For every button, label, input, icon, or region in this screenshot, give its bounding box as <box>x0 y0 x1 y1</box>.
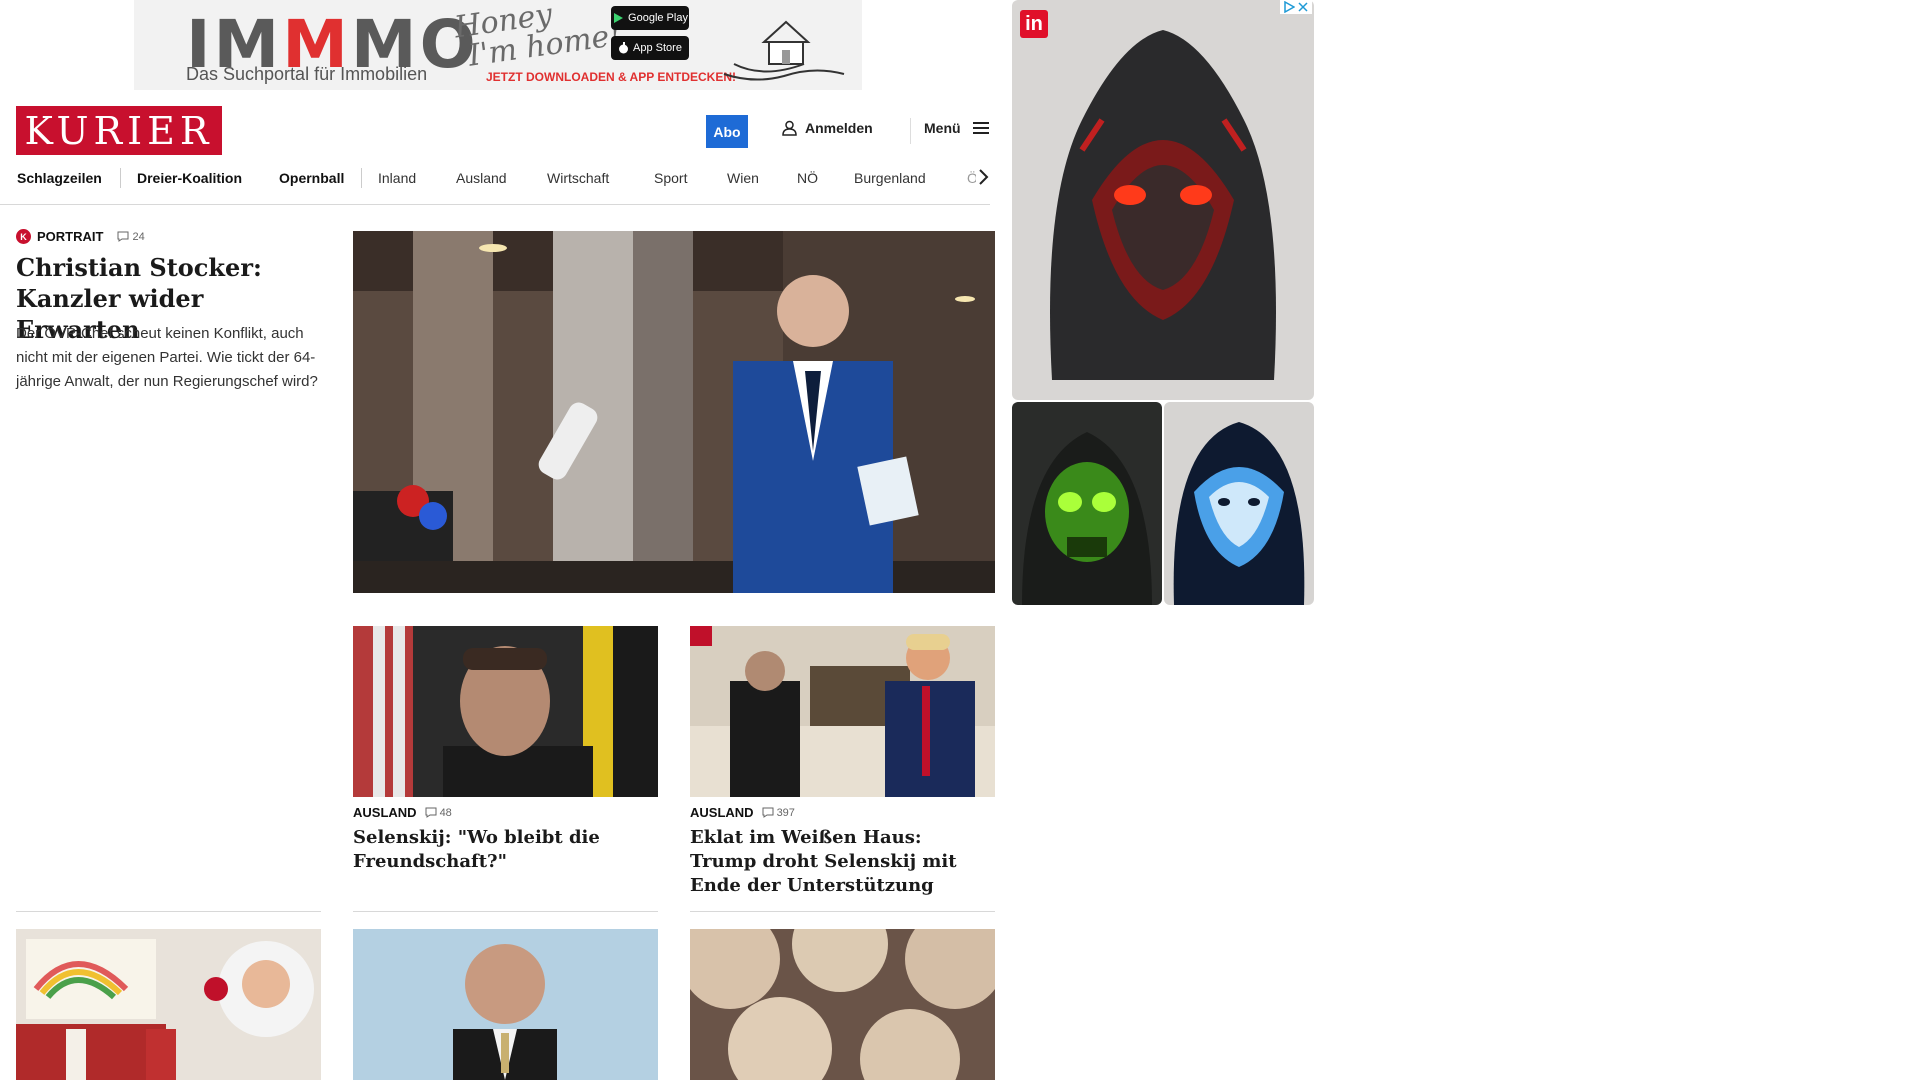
bottom-photo-1[interactable] <box>16 929 321 1080</box>
teaser-meta-1: AUSLAND 48 <box>353 805 452 820</box>
lead-kicker[interactable]: PORTRAIT <box>37 229 103 244</box>
lead-meta: K PORTRAIT 24 <box>16 229 145 244</box>
nav-dreier-koalition[interactable]: Dreier-Koalition <box>137 170 242 186</box>
ad-logo-badge: in <box>1020 10 1048 38</box>
menu-button[interactable]: Menü <box>924 120 989 136</box>
comment-icon <box>117 231 129 242</box>
comment-icon <box>425 807 437 818</box>
abo-button[interactable]: Abo <box>706 115 748 148</box>
section-nav: Schlagzeilen Dreier-Koalition Opernball … <box>0 166 998 205</box>
teaser-headline-1[interactable]: Selenskij: "Wo bleibt die Freundschaft?" <box>353 826 653 874</box>
play-icon <box>614 13 624 23</box>
nav-inland[interactable]: Inland <box>378 170 416 186</box>
teaser-kicker-2[interactable]: AUSLAND <box>690 805 754 820</box>
nav-wien[interactable]: Wien <box>727 170 759 186</box>
header-divider <box>910 118 911 144</box>
comment-icon <box>762 807 774 818</box>
login-button[interactable]: Anmelden <box>782 120 873 136</box>
close-icon[interactable] <box>1297 1 1309 13</box>
menu-label: Menü <box>924 120 961 136</box>
lead-teaser-text[interactable]: Der ÖVP-Chef scheut keinen Konflikt, auc… <box>16 322 326 394</box>
bottom-photo-2[interactable] <box>353 929 658 1080</box>
ad-script-text: Honey I'm home! <box>452 0 624 74</box>
nav-noe[interactable]: NÖ <box>797 170 818 186</box>
user-icon <box>782 120 797 136</box>
app-store-badge[interactable]: App Store <box>611 36 689 60</box>
kurier-plus-icon: K <box>16 229 31 244</box>
ad-info-icon <box>1284 1 1295 13</box>
ad-cta: JETZT DOWNLOADEN & APP ENTDECKEN! <box>486 70 737 84</box>
bottom-photo-3[interactable] <box>690 929 995 1080</box>
login-label: Anmelden <box>805 120 873 136</box>
teaser-photo-2[interactable] <box>690 626 995 797</box>
nav-separator <box>361 168 362 188</box>
teaser-headline-2[interactable]: Eklat im Weißen Haus: Trump droht Selens… <box>690 826 990 898</box>
nav-opernball[interactable]: Opernball <box>279 170 344 186</box>
nav-ausland[interactable]: Ausland <box>456 170 507 186</box>
teaser-meta-2: AUSLAND 397 <box>690 805 795 820</box>
lead-comments[interactable]: 24 <box>117 231 145 243</box>
hamburger-icon <box>972 122 989 134</box>
nav-schlagzeilen[interactable]: Schlagzeilen <box>17 170 102 186</box>
teaser-kicker-1[interactable]: AUSLAND <box>353 805 417 820</box>
nav-wirtschaft[interactable]: Wirtschaft <box>547 170 609 186</box>
ad-hoodie-wolf[interactable] <box>1164 402 1314 605</box>
apple-icon <box>619 42 629 54</box>
nav-sport[interactable]: Sport <box>654 170 687 186</box>
kurier-logo[interactable]: KURIER <box>16 106 222 155</box>
section-divider <box>690 911 995 912</box>
top-ad-banner[interactable]: IMMMO Das Suchportal für Immobilien Hone… <box>134 0 862 90</box>
ad-tagline: Das Suchportal für Immobilien <box>186 64 428 84</box>
section-divider <box>16 911 321 912</box>
ad-choices[interactable] <box>1280 0 1312 14</box>
lead-photo[interactable] <box>353 231 995 593</box>
right-ad[interactable]: in <box>1002 0 1314 605</box>
section-divider <box>353 911 658 912</box>
google-play-badge[interactable]: Google Play <box>611 6 689 30</box>
teaser-comments-1[interactable]: 48 <box>425 807 452 819</box>
teaser-comments-2[interactable]: 397 <box>762 807 795 819</box>
ad-hoodie-dragon[interactable]: in <box>1012 0 1314 400</box>
hand-house-icon <box>723 20 845 81</box>
nav-separator <box>120 168 121 188</box>
nav-burgenland[interactable]: Burgenland <box>854 170 926 186</box>
chevron-right-icon <box>979 169 989 185</box>
ad-hoodie-skull[interactable] <box>1012 402 1162 605</box>
teaser-photo-1[interactable] <box>353 626 658 797</box>
nav-scroll-right[interactable] <box>976 166 998 192</box>
